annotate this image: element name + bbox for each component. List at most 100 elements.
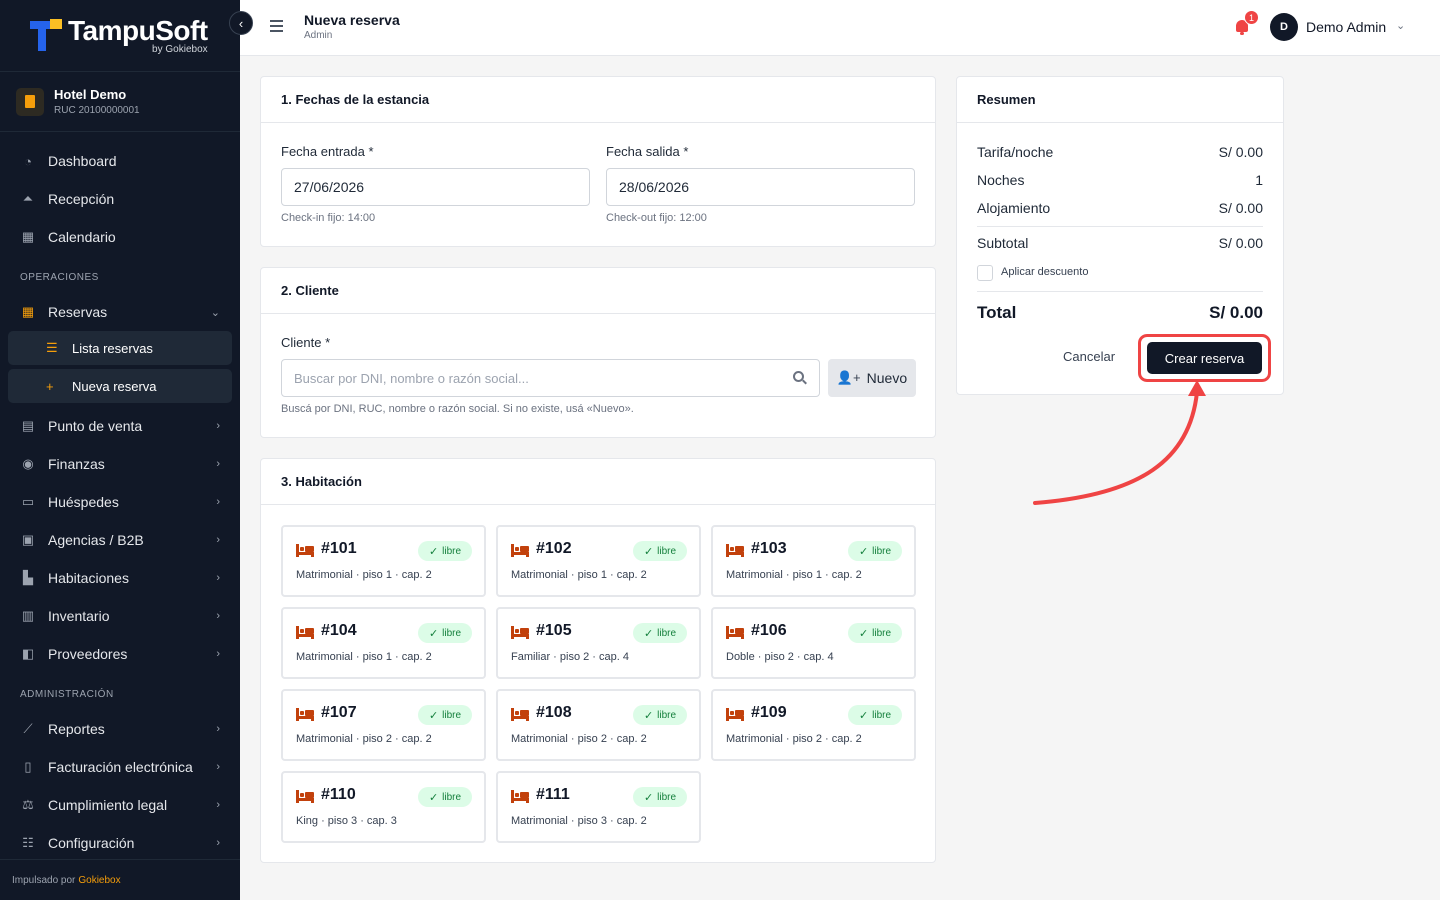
chevron-right-icon: › — [216, 572, 220, 584]
sidebar-item-lista-reservas[interactable]: ☰ Lista reservas — [8, 331, 232, 365]
room-number: #110 — [321, 786, 356, 803]
sidebar-item-punto-venta[interactable]: ▤ Punto de venta › — [0, 407, 240, 445]
sidebar-item-label: Recepción — [48, 191, 115, 207]
brand-logo[interactable]: TampuSoft by Gokiebox ‹ — [0, 0, 253, 72]
chevron-down-icon: ⌄ — [210, 306, 220, 319]
room-card[interactable]: #108 ✓ libre Matrimonial · piso 2 · cap. 2 — [496, 689, 701, 761]
status-badge: ✓ libre — [848, 705, 902, 725]
gauge-icon: ◔ — [24, 153, 32, 169]
bed-icon — [511, 790, 529, 803]
room-info: Matrimonial · piso 1 · cap. 2 — [511, 569, 647, 581]
sidebar-item-label: Agencias / B2B — [48, 532, 144, 548]
sidebar-item-proveedores[interactable]: ◧ Proveedores › — [0, 635, 240, 673]
hotel-selector[interactable]: Hotel Demo RUC 20100000001 — [0, 72, 240, 132]
room-card[interactable]: #102 ✓ libre Matrimonial · piso 1 · cap. 2 — [496, 525, 701, 597]
room-card[interactable]: #110 ✓ libre King · piso 3 · cap. 3 — [281, 771, 486, 843]
sidebar-item-label: Habitaciones — [48, 570, 129, 586]
chevron-right-icon: › — [216, 837, 220, 849]
tampusoft-logo-icon — [30, 18, 64, 53]
status-badge: ✓ libre — [848, 541, 902, 561]
room-card[interactable]: #107 ✓ libre Matrimonial · piso 2 · cap. 2 — [281, 689, 486, 761]
status-badge: ✓ libre — [633, 541, 687, 561]
divider — [977, 226, 1263, 227]
chevron-left-icon: ‹ — [238, 15, 244, 31]
habitacion-heading: 3. Habitación — [261, 459, 935, 505]
room-number: #111 — [536, 786, 570, 803]
sidebar-item-calendario[interactable]: ▦ Calendario — [0, 218, 240, 256]
cliente-search-input[interactable]: Buscar por DNI, nombre o razón social... — [281, 359, 820, 397]
room-info: Familiar · piso 2 · cap. 4 — [511, 651, 629, 663]
room-number: #109 — [751, 704, 787, 721]
user-menu-name[interactable]: Demo Admin — [1306, 19, 1386, 35]
sidebar-item-nueva-reserva[interactable]: + Nueva reserva — [8, 369, 232, 403]
descuento-label[interactable]: Aplicar descuento — [1001, 266, 1088, 278]
sidebar-item-agencias[interactable]: ▣ Agencias / B2B › — [0, 521, 240, 559]
truck-icon: ◧ — [21, 646, 35, 661]
sidebar-item-label: Lista reservas — [72, 340, 153, 356]
nav-section-operaciones: OPERACIONES — [20, 272, 99, 283]
room-number: #108 — [536, 704, 572, 721]
sidebar-item-huespedes[interactable]: ▭ Huéspedes › — [0, 483, 240, 521]
room-info: Matrimonial · piso 2 · cap. 2 — [511, 733, 647, 745]
total-row: Total S/ 0.00 — [977, 303, 1263, 323]
sidebar-item-reportes[interactable]: ⟋ Reportes › — [0, 710, 240, 748]
check-icon: ✓ — [858, 627, 869, 640]
room-card[interactable]: #101 ✓ libre Matrimonial · piso 1 · cap. 2 — [281, 525, 486, 597]
chevron-right-icon: › — [216, 496, 220, 508]
fecha-entrada-label: Fecha entrada * — [281, 144, 374, 159]
sidebar-item-facturacion[interactable]: ▯ Facturación electrónica › — [0, 748, 240, 786]
hotel-name: Hotel Demo — [54, 87, 127, 102]
check-icon: ✓ — [643, 627, 654, 640]
check-icon: ✓ — [428, 627, 439, 640]
room-card[interactable]: #103 ✓ libre Matrimonial · piso 1 · cap. 2 — [711, 525, 916, 597]
resumen-card: Resumen Tarifa/noche S/ 0.00 Noches 1 Al… — [956, 76, 1284, 395]
powered-by-brand-link[interactable]: Gokiebox — [78, 875, 120, 886]
sidebar-item-label: Reservas — [48, 304, 108, 320]
sidebar-item-finanzas[interactable]: ◉ Finanzas › — [0, 445, 240, 483]
status-text: libre — [872, 627, 892, 639]
sidebar-item-cumplimiento[interactable]: ⚖ Cumplimiento legal › — [0, 786, 240, 824]
sidebar-item-recepcion[interactable]: ⏶ Recepción — [0, 180, 240, 218]
sidebar-item-reservas[interactable]: ▦ Reservas ⌄ — [0, 293, 240, 331]
status-text: libre — [442, 709, 462, 721]
coins-icon: ◉ — [22, 456, 34, 471]
status-badge: ✓ libre — [848, 623, 902, 643]
sidebar-item-inventario[interactable]: ▥ Inventario › — [0, 597, 240, 635]
room-info: King · piso 3 · cap. 3 — [296, 815, 397, 827]
sidebar-item-habitaciones[interactable]: ▙ Habitaciones › — [0, 559, 240, 597]
search-icon — [793, 371, 807, 385]
collapse-sidebar-button[interactable]: ‹ — [229, 11, 253, 35]
room-number: #106 — [751, 622, 787, 639]
room-card[interactable]: #105 ✓ libre Familiar · piso 2 · cap. 4 — [496, 607, 701, 679]
sidebar-item-dashboard[interactable]: ◔ Dashboard — [0, 142, 240, 180]
chart-line-icon: ⟋ — [23, 721, 33, 736]
sidebar-item-configuracion[interactable]: ☷ Configuración › — [0, 824, 240, 862]
avatar[interactable]: D — [1270, 13, 1298, 41]
bed-icon: ▙ — [23, 570, 33, 585]
room-card[interactable]: #106 ✓ libre Doble · piso 2 · cap. 4 — [711, 607, 916, 679]
nuevo-cliente-button[interactable]: 👤+ Nuevo — [828, 359, 916, 397]
calendar-icon: ▦ — [21, 229, 35, 244]
brand-sub: by Gokiebox — [152, 43, 208, 55]
room-card[interactable]: #104 ✓ libre Matrimonial · piso 1 · cap. 2 — [281, 607, 486, 679]
menu-icon[interactable] — [270, 20, 283, 35]
descuento-checkbox[interactable] — [977, 265, 993, 281]
crear-reserva-button[interactable]: Crear reserva — [1147, 342, 1262, 374]
check-icon: ✓ — [858, 545, 869, 558]
user-plus-icon: 👤+ — [836, 370, 861, 385]
calendar-check-icon: ▦ — [21, 304, 35, 319]
fechas-heading: 1. Fechas de la estancia — [261, 77, 935, 123]
fecha-salida-input[interactable]: 28/06/2026 — [606, 168, 915, 206]
fecha-entrada-input[interactable]: 27/06/2026 — [281, 168, 590, 206]
status-text: libre — [657, 791, 677, 803]
room-card[interactable]: #109 ✓ libre Matrimonial · piso 2 · cap. 2 — [711, 689, 916, 761]
chevron-down-icon[interactable]: ⌄ — [1396, 19, 1405, 32]
receipt-icon: ▯ — [24, 759, 32, 774]
cancelar-button[interactable]: Cancelar — [1063, 349, 1115, 364]
check-icon: ✓ — [643, 709, 654, 722]
sidebar-item-label: Huéspedes — [48, 494, 119, 510]
resumen-heading: Resumen — [957, 77, 1283, 123]
room-card[interactable]: #111 ✓ libre Matrimonial · piso 3 · cap. 2 — [496, 771, 701, 843]
gavel-icon: ⚖ — [22, 797, 34, 812]
briefcase-icon: ▣ — [21, 532, 35, 547]
